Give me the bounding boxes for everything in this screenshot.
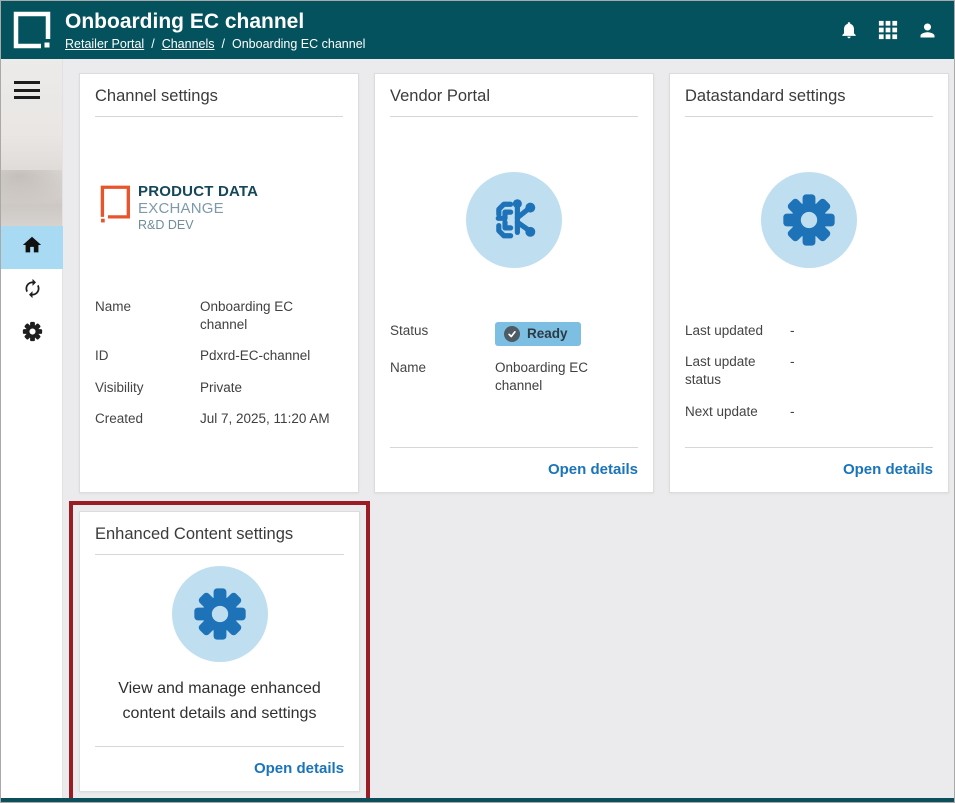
user-icon[interactable] [916, 19, 938, 41]
card-footer: Open details [390, 447, 638, 479]
field-label: Name [95, 298, 200, 334]
product-data-exchange-logo: PRODUCT DATA EXCHANGE R&D DEV [95, 183, 343, 232]
sidebar-banner [1, 59, 62, 226]
settings-icon [22, 321, 43, 347]
pdx-logo-line1-light: EXCHANGE [138, 200, 224, 217]
breadcrumb-separator: / [222, 37, 225, 51]
status-label: Status [390, 322, 495, 346]
card-footer: Open details [685, 447, 933, 479]
field-label: Next update [685, 403, 790, 421]
field-value: - [790, 322, 933, 340]
sidebar-item-home[interactable] [1, 226, 63, 269]
card-title: Vendor Portal [390, 87, 638, 117]
datastandard-fields: Last updated - Last update status - Next… [685, 322, 933, 434]
breadcrumb-current: Onboarding EC channel [232, 37, 365, 51]
sync-icon [22, 278, 43, 304]
app-logo-icon [11, 9, 53, 51]
field-row: Created Jul 7, 2025, 11:20 AM [95, 410, 343, 428]
field-label: Last updated [685, 322, 790, 340]
breadcrumb: Retailer Portal / Channels / Onboarding … [65, 37, 826, 51]
field-row: Name Onboarding EC channel [95, 298, 343, 334]
vendor-icon-zone [390, 117, 638, 322]
breadcrumb-separator: / [151, 37, 154, 51]
field-value: Jul 7, 2025, 11:20 AM [200, 410, 343, 428]
page-title: Onboarding EC channel [65, 10, 826, 34]
enhanced-icon-zone [95, 555, 344, 673]
header-text: Onboarding EC channel Retailer Portal / … [65, 9, 826, 50]
enhanced-content-icon [172, 566, 268, 662]
header-actions [838, 19, 940, 41]
card-title: Channel settings [95, 87, 343, 117]
field-value: Onboarding EC channel [200, 298, 343, 334]
field-row: ID Pdxrd-EC-channel [95, 347, 343, 365]
vendor-open-details-link[interactable]: Open details [548, 461, 638, 478]
sidebar-item-settings[interactable] [1, 312, 63, 355]
field-row: Visibility Private [95, 379, 343, 397]
field-label: Last update status [685, 353, 790, 389]
sidebar-item-sync[interactable] [1, 269, 63, 312]
name-label: Name [390, 359, 495, 395]
channel-logo-zone: PRODUCT DATA EXCHANGE R&D DEV [95, 117, 343, 298]
vendor-portal-icon [466, 172, 562, 268]
sidebar [1, 59, 63, 798]
field-label: ID [95, 347, 200, 365]
bell-icon[interactable] [838, 19, 860, 41]
field-label: Visibility [95, 379, 200, 397]
datastandard-icon [761, 172, 857, 268]
app-header: Onboarding EC channel Retailer Portal / … [1, 1, 954, 59]
field-row: Last update status - [685, 353, 933, 389]
breadcrumb-channels[interactable]: Channels [162, 37, 215, 51]
highlight-box: Enhanced Content settings [69, 501, 370, 802]
datastandard-icon-zone [685, 117, 933, 322]
ready-check-icon [504, 326, 520, 342]
pdx-logo-line2: R&D DEV [138, 218, 343, 232]
field-value: Private [200, 379, 343, 397]
card-title: Enhanced Content settings [95, 525, 344, 555]
status-row: Status Ready [390, 322, 638, 346]
pdx-logo-text: PRODUCT DATA EXCHANGE R&D DEV [138, 183, 343, 232]
field-value: Pdxrd-EC-channel [200, 347, 343, 365]
field-row: Next update - [685, 403, 933, 421]
card-title: Datastandard settings [685, 87, 933, 117]
status-badge: Ready [495, 322, 581, 346]
card-datastandard-settings: Datastandard settings Last updated [669, 73, 949, 493]
card-enhanced-content-settings: Enhanced Content settings [79, 511, 360, 792]
field-value: - [790, 353, 933, 389]
pdx-logo-line1-bold: PRODUCT DATA [138, 183, 258, 200]
datastandard-open-details-link[interactable]: Open details [843, 461, 933, 478]
card-footer: Open details [95, 746, 344, 778]
status-badge-label: Ready [527, 325, 568, 343]
breadcrumb-retailer-portal[interactable]: Retailer Portal [65, 37, 144, 51]
enhanced-description: View and manage enhanced content details… [95, 677, 344, 727]
name-value: Onboarding EC channel [495, 359, 638, 395]
channel-fields: Name Onboarding EC channel ID Pdxrd-EC-c… [95, 298, 343, 441]
field-label: Created [95, 410, 200, 428]
home-icon [21, 234, 43, 261]
field-value: - [790, 403, 933, 421]
window-bottom-edge [1, 798, 954, 802]
field-row: Last updated - [685, 322, 933, 340]
apps-grid-icon[interactable] [877, 19, 899, 41]
status-badge-wrap: Ready [495, 322, 638, 346]
card-vendor-portal: Vendor Portal [374, 73, 654, 493]
app-window: Onboarding EC channel Retailer Portal / … [0, 0, 955, 803]
card-channel-settings: Channel settings PRODUCT DATA EXCHANGE R… [79, 73, 359, 493]
menu-icon[interactable] [14, 81, 40, 104]
pdx-logo-icon [95, 183, 132, 223]
enhanced-open-details-link[interactable]: Open details [254, 760, 344, 777]
name-row: Name Onboarding EC channel [390, 359, 638, 395]
